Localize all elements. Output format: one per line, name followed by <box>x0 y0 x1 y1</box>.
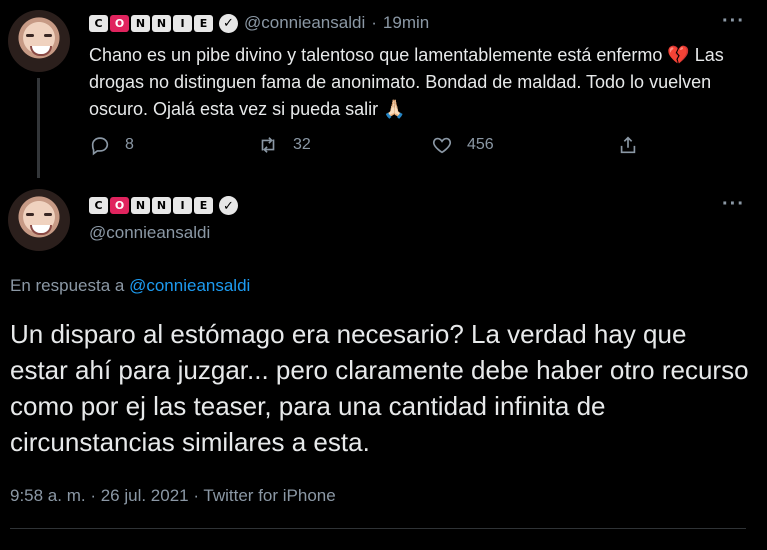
name-letter-block: N <box>152 197 171 214</box>
share-icon <box>620 136 636 154</box>
name-letter-block: E <box>194 14 213 32</box>
tweet-header: C O N N I E ✓ @connieansaldi · 19min <box>89 13 429 33</box>
name-letter-block: O <box>110 14 129 32</box>
reply-count: 8 <box>125 136 134 153</box>
name-letter-block: C <box>89 197 108 214</box>
name-letter-block: E <box>194 197 213 214</box>
user-handle[interactable]: @connieansaldi <box>89 223 210 243</box>
display-name[interactable]: C O N N I E <box>89 14 213 32</box>
avatar-smile <box>30 46 52 56</box>
reply-prefix: En respuesta a <box>10 276 125 295</box>
display-name[interactable]: C O N N I E <box>89 197 213 214</box>
share-button[interactable] <box>617 134 639 156</box>
retweet-count: 32 <box>293 136 311 153</box>
divider <box>10 528 746 529</box>
avatar[interactable] <box>8 10 70 72</box>
name-letter-block: O <box>110 197 129 214</box>
name-letter-block: I <box>173 14 192 32</box>
name-letter-block: C <box>89 14 108 32</box>
tweet-text: Chano es un pibe divino y talentoso que … <box>89 45 724 119</box>
avatar-smile <box>30 225 52 235</box>
tweet-text: Un disparo al estómago era necesario? La… <box>10 319 749 457</box>
user-handle[interactable]: @connieansaldi <box>244 13 365 33</box>
reply-context: En respuesta a @connieansaldi <box>10 276 250 296</box>
tweet-header: C O N N I E ✓ <box>89 196 238 215</box>
retweet-button[interactable]: 32 <box>257 134 311 156</box>
retweet-icon <box>261 137 275 153</box>
like-button[interactable]: 456 <box>431 134 494 156</box>
tweet-thread: C O N N I E ✓ @connieansaldi · 19min ···… <box>0 0 767 550</box>
avatar-eye <box>44 213 52 216</box>
avatar-eye <box>26 213 34 216</box>
more-options-icon[interactable]: ··· <box>722 10 745 33</box>
reply-button[interactable]: 8 <box>89 134 134 156</box>
reply-icon <box>91 137 109 156</box>
avatar-eye <box>44 34 52 37</box>
tweet-meta[interactable]: 9:58 a. m. · 26 jul. 2021 · Twitter for … <box>10 486 336 506</box>
name-letter-block: N <box>131 14 150 32</box>
tweet-actions: 8 32 456 <box>89 134 649 160</box>
more-options-icon[interactable]: ··· <box>722 193 745 216</box>
heart-icon <box>432 137 452 154</box>
thread-connector-line <box>37 78 40 178</box>
avatar[interactable] <box>8 189 70 251</box>
tweet-timestamp[interactable]: 19min <box>383 13 429 33</box>
verified-badge-icon: ✓ <box>219 196 238 215</box>
like-count: 456 <box>467 136 494 153</box>
name-letter-block: I <box>173 197 192 214</box>
name-letter-block: N <box>131 197 150 214</box>
reply-mention-link[interactable]: @connieansaldi <box>129 276 250 295</box>
avatar-eye <box>26 34 34 37</box>
verified-badge-icon: ✓ <box>219 13 238 33</box>
name-letter-block: N <box>152 14 171 32</box>
separator-dot: · <box>371 13 377 32</box>
